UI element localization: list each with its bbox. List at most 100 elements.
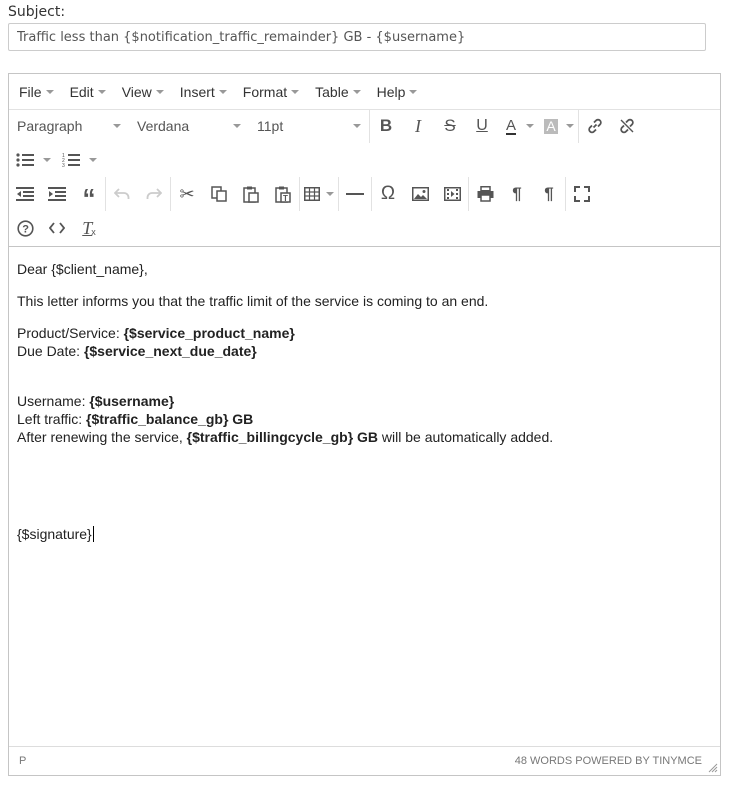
intro-paragraph: This letter informs you that the traffic… xyxy=(17,292,712,310)
insert-link-button[interactable] xyxy=(579,110,611,142)
menu-insert[interactable]: Insert xyxy=(172,84,235,100)
menu-table[interactable]: Table xyxy=(307,84,368,100)
insert-image-button[interactable] xyxy=(404,178,436,210)
menu-edit-label: Edit xyxy=(69,83,94,100)
bullet-list-button[interactable] xyxy=(9,144,55,176)
chevron-down-icon xyxy=(233,124,241,128)
menu-edit[interactable]: Edit xyxy=(62,84,114,100)
due-date-label: Due Date: xyxy=(17,343,84,359)
svg-text:3: 3 xyxy=(62,163,65,168)
link-icon xyxy=(588,118,602,134)
paste-icon xyxy=(243,186,259,203)
chevron-down-icon xyxy=(45,89,54,94)
horizontal-rule-icon xyxy=(346,193,364,195)
italic-icon: I xyxy=(415,115,421,136)
resize-handle-icon[interactable] xyxy=(708,763,718,773)
product-value: {$service_product_name} xyxy=(123,325,295,341)
text-cursor xyxy=(92,526,94,542)
horizontal-rule-button[interactable] xyxy=(339,178,371,210)
paragraph-ltr-icon: ¶ xyxy=(512,184,522,203)
background-color-button[interactable]: A xyxy=(538,110,578,142)
renew-prefix: After renewing the service, xyxy=(17,429,187,445)
help-button[interactable]: ? xyxy=(9,212,41,244)
redo-button[interactable] xyxy=(138,178,170,210)
chevron-down-icon xyxy=(43,158,51,162)
block-format-value: Paragraph xyxy=(17,118,83,134)
element-path[interactable]: P xyxy=(19,755,26,767)
cut-icon: ✂ xyxy=(179,183,195,204)
indent-button[interactable] xyxy=(41,178,73,210)
subject-input[interactable] xyxy=(8,23,706,51)
paste-button[interactable] xyxy=(235,178,267,210)
table-button[interactable] xyxy=(300,178,338,210)
username-value: {$username} xyxy=(89,393,175,409)
account-paragraph: Username: {$username} Left traffic: {$tr… xyxy=(17,392,712,446)
left-traffic-value: {$traffic_balance_gb} GB xyxy=(86,411,254,427)
image-icon xyxy=(411,187,429,201)
signature-text: {$signature} xyxy=(17,526,92,542)
blockquote-button[interactable]: “ xyxy=(73,178,105,211)
chevron-down-icon xyxy=(218,89,227,94)
numbered-list-icon: 123 xyxy=(62,153,80,168)
menu-help[interactable]: Help xyxy=(369,84,426,100)
table-icon xyxy=(304,187,320,201)
paste-text-button[interactable]: T xyxy=(267,178,299,210)
chevron-down-icon xyxy=(566,124,574,128)
font-family-select[interactable]: Verdana xyxy=(129,109,249,143)
remove-link-button[interactable] xyxy=(611,110,643,142)
chevron-down-icon xyxy=(113,124,121,128)
special-character-button[interactable]: Ω xyxy=(372,178,404,210)
statusbar: P 48 WORDS POWERED BY TINYMCE xyxy=(9,746,720,775)
editor-content[interactable]: Dear {$client_name}, This letter informs… xyxy=(9,246,720,746)
outdent-button[interactable] xyxy=(9,178,41,210)
chevron-down-icon xyxy=(409,89,418,94)
cut-button[interactable]: ✂ xyxy=(171,178,203,210)
font-size-select[interactable]: 11pt xyxy=(249,109,369,143)
chevron-down-icon xyxy=(352,89,361,94)
renew-suffix: will be automatically added. xyxy=(378,429,554,445)
unlink-icon xyxy=(620,118,634,134)
block-format-select[interactable]: Paragraph xyxy=(9,109,129,143)
menu-format[interactable]: Format xyxy=(235,84,307,100)
numbered-list-button[interactable]: 123 xyxy=(55,144,101,176)
insert-media-button[interactable] xyxy=(436,178,468,210)
source-code-button[interactable] xyxy=(41,212,73,244)
details-paragraph: Product/Service: {$service_product_name}… xyxy=(17,324,712,360)
bold-icon: B xyxy=(379,116,393,135)
chevron-down-icon xyxy=(155,89,164,94)
outdent-icon xyxy=(16,187,34,201)
svg-text:T: T xyxy=(283,194,288,203)
undo-button[interactable] xyxy=(106,178,138,210)
toolbar-row-4: ? Tx xyxy=(9,211,105,245)
bold-button[interactable]: B xyxy=(370,110,402,142)
print-button[interactable] xyxy=(469,178,501,210)
toolbar-row-3: “ ✂ T Ω ¶ ¶ xyxy=(9,177,598,211)
menu-view-label: View xyxy=(121,83,152,100)
font-size-value: 11pt xyxy=(257,118,284,134)
rtl-button[interactable]: ¶ xyxy=(533,178,565,210)
menu-format-label: Format xyxy=(242,83,288,100)
copy-icon xyxy=(211,186,227,202)
svg-text:?: ? xyxy=(22,223,29,235)
fullscreen-button[interactable] xyxy=(566,178,598,210)
ltr-button[interactable]: ¶ xyxy=(501,178,533,210)
omega-icon: Ω xyxy=(380,183,396,204)
username-label: Username: xyxy=(17,393,90,409)
italic-button[interactable]: I xyxy=(402,110,434,142)
due-date-value: {$service_next_due_date} xyxy=(83,343,257,359)
undo-icon xyxy=(114,188,130,199)
underline-button[interactable]: U xyxy=(466,110,498,142)
menubar: File Edit View Insert Format Table Help xyxy=(9,74,720,110)
toolbar-row-2: 123 xyxy=(9,143,101,177)
strikethrough-button[interactable]: S xyxy=(434,110,466,142)
menu-file[interactable]: File xyxy=(11,84,62,100)
indent-icon xyxy=(48,187,66,201)
menu-view[interactable]: View xyxy=(114,84,172,100)
clear-formatting-button[interactable]: Tx xyxy=(73,212,105,244)
text-color-icon: A xyxy=(505,116,516,135)
toolbar-row-1: Paragraph Verdana 11pt B I S U A A xyxy=(9,109,643,143)
left-traffic-label: Left traffic: xyxy=(17,411,86,427)
chevron-down-icon xyxy=(353,124,361,128)
copy-button[interactable] xyxy=(203,178,235,210)
text-color-button[interactable]: A xyxy=(498,110,538,142)
